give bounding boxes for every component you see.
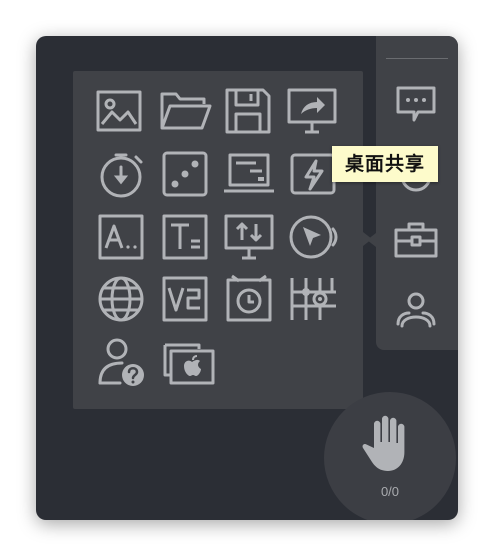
tool-screen-sync[interactable] (222, 210, 276, 264)
user-question-icon (98, 338, 144, 386)
tooltip-desktop-share: 桌面共享 (332, 146, 438, 182)
tool-apple-screen[interactable] (161, 335, 215, 389)
tool-grid[interactable] (286, 272, 340, 326)
right-toolbar (367, 36, 458, 350)
tool-share-screen[interactable] (285, 84, 339, 138)
grid-nodes-icon (290, 278, 336, 320)
toolbox-button[interactable] (392, 216, 440, 264)
save-disk-icon (225, 88, 271, 134)
cursor-circle-icon (289, 215, 338, 259)
tool-cursor-pointer[interactable] (286, 210, 340, 264)
chat-button[interactable] (392, 80, 440, 128)
toolbar-divider (386, 58, 448, 59)
screen-share-arrow-icon (287, 88, 337, 134)
text-a-icon (98, 214, 144, 260)
vz-icon (162, 276, 208, 322)
stopwatch-icon (100, 153, 143, 198)
tool-browser[interactable] (96, 272, 150, 326)
hand-icon (362, 415, 405, 471)
tool-stopwatch[interactable] (96, 147, 150, 201)
tool-vz[interactable] (158, 272, 212, 326)
users-button[interactable] (392, 286, 440, 334)
toolbox-icon (394, 222, 438, 258)
image-icon (96, 90, 142, 132)
toolbox-popup (73, 71, 372, 409)
tool-open-folder[interactable] (158, 84, 212, 138)
tool-text-t[interactable] (158, 210, 212, 264)
popup-pointer (363, 232, 372, 246)
globe-icon (98, 276, 144, 322)
tool-dice[interactable] (158, 147, 212, 201)
laptop-screen-icon (224, 153, 274, 193)
users-icon (396, 292, 436, 328)
folder-open-icon (160, 92, 212, 130)
raise-hand-button[interactable]: 0/0 (324, 392, 456, 520)
tool-text-a[interactable] (94, 210, 148, 264)
chat-icon (396, 86, 436, 122)
screen-sync-icon (224, 214, 274, 260)
tool-alarm[interactable] (222, 272, 276, 326)
alarm-clock-icon (226, 274, 272, 322)
tool-user-help[interactable] (96, 335, 150, 389)
dice-icon (162, 151, 208, 197)
tool-save[interactable] (221, 84, 275, 138)
apple-screen-icon (163, 343, 215, 385)
tool-image[interactable] (92, 84, 146, 138)
text-t-icon (162, 214, 208, 260)
tool-laptop-screen[interactable] (222, 147, 276, 201)
classroom-window: 桌面共享 0/0 (36, 36, 458, 520)
hand-count: 0/0 (380, 484, 400, 499)
